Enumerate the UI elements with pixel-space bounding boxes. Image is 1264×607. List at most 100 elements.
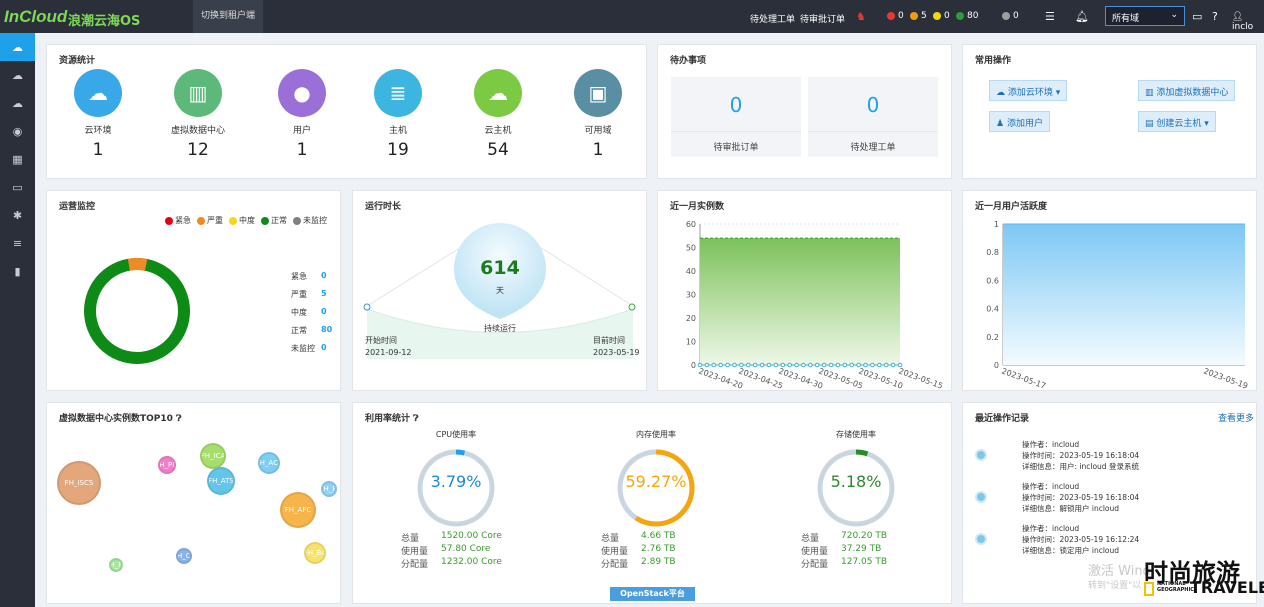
legend-label: 紧急 bbox=[175, 216, 191, 225]
resource-0[interactable]: ☁ 云环境 1 bbox=[53, 69, 143, 160]
view-more-link[interactable]: 查看更多 bbox=[1218, 411, 1254, 424]
panel-title: 待办事项 bbox=[670, 56, 707, 66]
sidebar-item-7[interactable]: ≡ bbox=[0, 229, 35, 257]
vdc-bubble[interactable]: FH_PIS bbox=[158, 456, 176, 474]
sidebar-item-4[interactable]: ▦ bbox=[0, 145, 35, 173]
y-tick-label: 0 bbox=[994, 361, 999, 370]
vdc-bubble[interactable]: FH_ATS bbox=[207, 467, 235, 495]
vdc-bubble[interactable]: FH_CS bbox=[176, 548, 192, 564]
timeline-dot-icon bbox=[975, 491, 987, 503]
data-point bbox=[828, 362, 834, 368]
data-point bbox=[835, 362, 841, 368]
vdc-bubble[interactable]: FH_PI bbox=[321, 481, 337, 497]
vdc-bubble[interactable]: FH_ACS bbox=[258, 452, 280, 474]
monitor-row-label: 未监控 bbox=[291, 344, 315, 353]
vdc-bubble[interactable]: FH_ISCS bbox=[57, 461, 101, 505]
legend-label: 中度 bbox=[239, 216, 255, 225]
op-detail: 详细信息：锁定用户 incloud bbox=[1022, 546, 1120, 555]
panel-title-text: 利用率统计 bbox=[365, 414, 411, 424]
data-point bbox=[794, 362, 799, 368]
x-tick-label: 2023-05-10 bbox=[857, 366, 904, 390]
vdc-bubble[interactable]: FH_FA bbox=[109, 558, 123, 572]
panel-title: 虚拟数据中心实例数TOP10 ❓︎ bbox=[59, 411, 181, 424]
op-time: 操作时间：2023-05-19 16:12:24 bbox=[1022, 535, 1140, 544]
data-point bbox=[787, 362, 792, 368]
data-point bbox=[759, 362, 765, 368]
legend-item[interactable]: 严重 bbox=[197, 215, 223, 226]
help-icon[interactable]: ? bbox=[1212, 10, 1218, 23]
resource-3[interactable]: ≣ 主机 19 bbox=[353, 69, 443, 160]
menu-icon[interactable]: ☰ bbox=[1045, 10, 1055, 23]
todo-workorders-box[interactable]: 0 待处理工单 bbox=[808, 77, 938, 157]
user-menu[interactable]: 👤︎ inclo bbox=[1232, 12, 1264, 32]
pending-workorders-link[interactable]: 待处理工单 bbox=[750, 12, 795, 25]
calendar-icon: ▦ bbox=[12, 152, 23, 166]
usage-stat-label: 使用量 bbox=[401, 547, 429, 557]
alert-count-1[interactable]: 5 bbox=[910, 11, 927, 21]
resource-1[interactable]: ▥ 虚拟数据中心 12 bbox=[153, 69, 243, 160]
window-icon[interactable]: ▭ bbox=[1192, 10, 1202, 23]
resource-5[interactable]: ▣ 可用域 1 bbox=[553, 69, 643, 160]
vdc-bubble[interactable]: FH_ICA bbox=[200, 443, 226, 469]
usage-stat-value: 1520.00 Core bbox=[441, 531, 502, 541]
y-tick-label: 60 bbox=[686, 220, 696, 229]
legend-item[interactable]: 未监控 bbox=[293, 215, 327, 226]
switch-tenant-button[interactable]: 切换到租户端 bbox=[193, 0, 263, 33]
x-tick-label: 2023-04-20 bbox=[697, 366, 744, 390]
sidebar-item-1[interactable]: ☁ bbox=[0, 61, 35, 89]
domain-select[interactable]: 所有域 ⌄ bbox=[1105, 6, 1185, 26]
sidebar-item-3[interactable]: ◉ bbox=[0, 117, 35, 145]
help-icon[interactable]: ❓︎ bbox=[413, 414, 418, 424]
usage-percent: 3.79% bbox=[430, 472, 482, 491]
todo-orders-box[interactable]: 0 待审批订单 bbox=[671, 77, 801, 157]
y-tick-label: 0.4 bbox=[986, 305, 999, 314]
create-vm-button[interactable]: ▤ 创建云主机 ▾ bbox=[1138, 111, 1216, 132]
data-point bbox=[849, 362, 855, 368]
resource-count: 1 bbox=[92, 140, 104, 160]
todo-workorders-count: 0 bbox=[866, 93, 880, 117]
sidebar-item-5[interactable]: ▭ bbox=[0, 173, 35, 201]
legend-label: 正常 bbox=[271, 216, 287, 225]
legend-item[interactable]: 中度 bbox=[229, 215, 255, 226]
legend-item[interactable]: 紧急 bbox=[165, 215, 191, 226]
sidebar-item-0[interactable]: ☁ bbox=[0, 33, 35, 61]
sidebar-item-2[interactable]: ☁ bbox=[0, 89, 35, 117]
data-point bbox=[808, 362, 813, 368]
help-icon[interactable]: ❓︎ bbox=[176, 414, 181, 424]
alert-count-4[interactable]: 0 bbox=[1002, 11, 1019, 21]
monitor-legend: 紧急 严重 中度 正常 未监控 bbox=[165, 215, 327, 226]
resource-4[interactable]: ☁ 云主机 54 bbox=[453, 69, 543, 160]
vdc-bubble[interactable]: FH_BA bbox=[304, 542, 326, 564]
platform-tab[interactable]: OpenStack平台 bbox=[610, 587, 695, 601]
alert-count-2[interactable]: 0 bbox=[933, 11, 950, 21]
alert-count-0[interactable]: 0 bbox=[887, 11, 904, 21]
bell-icon[interactable]: 🔔︎ bbox=[1075, 10, 1089, 23]
resource-count: 1 bbox=[592, 140, 604, 160]
vdc-bubble[interactable]: FH_AFC bbox=[280, 492, 316, 528]
cloud-host-icon: ☁ bbox=[474, 69, 522, 117]
activity-chart-panel: 近一月用户活跃度 0 0.2 0.4 0.6 0.8 1 2023-05-17 2023-05… bbox=[962, 190, 1257, 391]
sidebar-item-8[interactable]: ▮ bbox=[0, 257, 35, 285]
gear-icon: ✱ bbox=[12, 208, 23, 222]
start-label: 开始时间 bbox=[365, 336, 397, 345]
data-point bbox=[711, 362, 717, 368]
op-time: 操作时间：2023-05-19 16:18:04 bbox=[1022, 451, 1140, 460]
trash-icon: ▮ bbox=[14, 264, 21, 278]
add-user-button[interactable]: ♟ 添加用户 bbox=[989, 111, 1050, 132]
usage-stat-row: 总量 4.66 TB bbox=[601, 531, 721, 544]
monitor-row-value: 0 bbox=[321, 271, 327, 280]
usage-stat-row: 总量 1520.00 Core bbox=[401, 531, 521, 544]
chip-icon: ▣ bbox=[574, 69, 622, 117]
donut-severe-segment bbox=[84, 258, 190, 364]
add-vdc-button[interactable]: ▥ 添加虚拟数据中心 bbox=[1138, 80, 1236, 101]
x-tick-label: 2023-05-05 bbox=[817, 366, 864, 390]
activity-chart: 0 0.2 0.4 0.6 0.8 1 2023-05-17 2023-05-19 bbox=[986, 220, 1249, 391]
legend-item[interactable]: 正常 bbox=[261, 215, 287, 226]
sidebar-item-6[interactable]: ✱ bbox=[0, 201, 35, 229]
alarm-user-icon[interactable]: ♞ bbox=[856, 10, 866, 23]
data-point bbox=[877, 362, 882, 368]
resource-2[interactable]: ● 用户 1 bbox=[257, 69, 347, 160]
alert-count-3[interactable]: 80 bbox=[956, 11, 978, 21]
add-cloud-env-button[interactable]: ☁ 添加云环境 ▾ bbox=[989, 80, 1068, 101]
pending-orders-link[interactable]: 待审批订单 bbox=[800, 12, 845, 25]
